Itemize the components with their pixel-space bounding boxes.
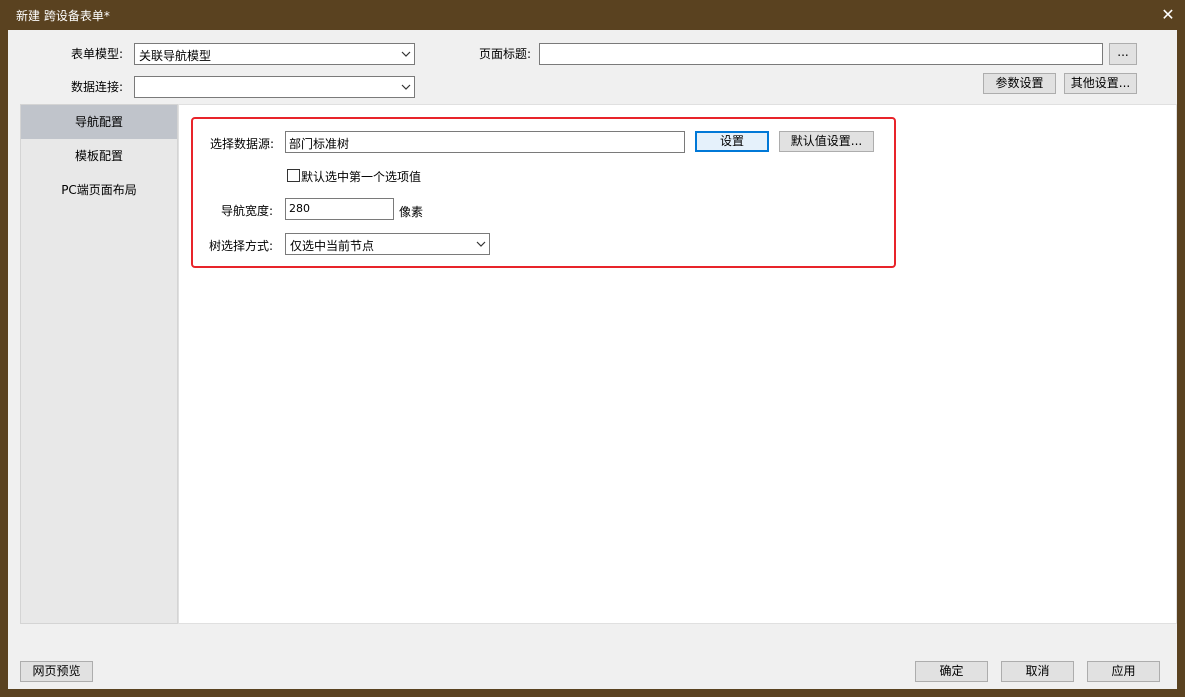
connection-select[interactable] <box>134 76 415 98</box>
title-bar[interactable]: 新建 跨设备表单* ✕ <box>0 0 1185 30</box>
other-settings-button[interactable]: 其他设置... <box>1064 73 1137 94</box>
default-value-settings-button[interactable]: 默认值设置... <box>779 131 874 152</box>
params-settings-button[interactable]: 参数设置 <box>983 73 1056 94</box>
page-title-label: 页面标题: <box>479 47 532 61</box>
sidebar-item-label: 导航配置 <box>74 115 123 129</box>
model-select[interactable]: 关联导航模型 <box>134 43 415 65</box>
dialog-window: 新建 跨设备表单* ✕ 表单模型: 关联导航模型 页面标题: ... 数据连接:… <box>0 0 1185 697</box>
chevron-down-icon <box>401 51 411 57</box>
select-first-checkbox[interactable] <box>287 169 300 182</box>
model-select-value: 关联导航模型 <box>139 49 212 63</box>
sidebar-item-pc-layout[interactable]: PC端页面布局 <box>21 173 177 207</box>
nav-width-label: 导航宽度: <box>221 204 274 218</box>
datasource-settings-button[interactable]: 设置 <box>695 131 769 152</box>
close-button[interactable]: ✕ <box>1157 4 1179 26</box>
settings-sidebar: 导航配置 模板配置 PC端页面布局 <box>20 104 178 624</box>
datasource-value: 部门标准树 <box>289 137 350 151</box>
select-first-label: 默认选中第一个选项值 <box>301 170 422 184</box>
sidebar-item-label: PC端页面布局 <box>61 183 137 197</box>
web-preview-button[interactable]: 网页预览 <box>20 661 93 682</box>
close-icon: ✕ <box>1161 5 1175 24</box>
tree-mode-value: 仅选中当前节点 <box>290 239 375 253</box>
tree-mode-label: 树选择方式: <box>209 239 274 253</box>
sidebar-item-label: 模板配置 <box>74 149 123 163</box>
nav-config-panel: 选择数据源: 部门标准树 设置 默认值设置... 默认选中第一个选项值 导航宽度… <box>178 104 1177 624</box>
nav-width-value: 280 <box>289 202 310 215</box>
nav-width-input[interactable]: 280 <box>285 198 394 220</box>
sidebar-item-nav-config[interactable]: 导航配置 <box>21 105 177 139</box>
chevron-down-icon <box>476 241 486 247</box>
ok-button[interactable]: 确定 <box>915 661 988 682</box>
nav-width-unit: 像素 <box>399 205 424 219</box>
datasource-label: 选择数据源: <box>210 137 275 151</box>
dialog-client-area: 表单模型: 关联导航模型 页面标题: ... 数据连接: 参数设置 其他设置..… <box>8 30 1177 689</box>
window-title: 新建 跨设备表单* <box>16 9 110 23</box>
page-title-input[interactable] <box>539 43 1103 65</box>
cancel-button[interactable]: 取消 <box>1001 661 1074 682</box>
datasource-input[interactable]: 部门标准树 <box>285 131 685 153</box>
browse-button[interactable]: ... <box>1109 43 1137 65</box>
apply-button[interactable]: 应用 <box>1087 661 1160 682</box>
connection-label: 数据连接: <box>71 80 124 94</box>
sidebar-item-template-config[interactable]: 模板配置 <box>21 139 177 173</box>
chevron-down-icon <box>401 84 411 90</box>
model-label: 表单模型: <box>71 47 124 61</box>
tree-mode-select[interactable]: 仅选中当前节点 <box>285 233 490 255</box>
